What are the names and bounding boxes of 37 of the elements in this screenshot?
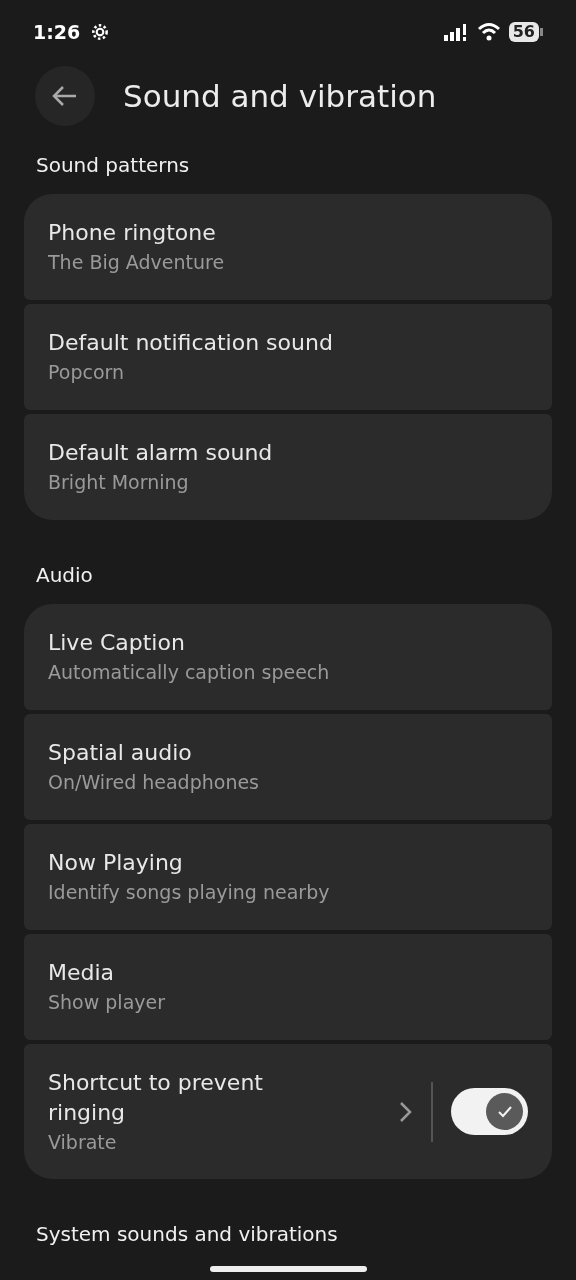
item-subtitle: Popcorn xyxy=(48,360,126,385)
item-title: Default notification sound xyxy=(48,329,334,357)
settings-item[interactable]: Default notification sound Popcorn xyxy=(24,304,552,410)
settings-item[interactable]: Live Caption Automatically caption speech xyxy=(24,604,552,710)
toggle-switch[interactable] xyxy=(451,1088,528,1135)
item-subtitle: Show player xyxy=(48,990,167,1015)
check-icon xyxy=(496,1104,513,1119)
item-title: Live Caption xyxy=(48,629,186,657)
item-subtitle: On/Wired headphones xyxy=(48,770,261,795)
settings-item[interactable]: Spatial audio On/Wired headphones xyxy=(24,714,552,820)
item-title: Spatial audio xyxy=(48,739,193,767)
gear-icon xyxy=(90,22,111,42)
item-title: Shortcut to prevent ringing xyxy=(48,1068,264,1127)
settings-item[interactable]: Phone ringtone The Big Adventure xyxy=(24,194,552,300)
page-title: Sound and vibration xyxy=(123,76,437,116)
status-time: 1:26 xyxy=(33,19,81,45)
section-header: System sounds and vibrations xyxy=(35,1221,339,1248)
section-header: Audio xyxy=(35,562,94,589)
item-title: Media xyxy=(48,959,116,987)
back-arrow-icon xyxy=(52,85,78,107)
item-subtitle: Automatically caption speech xyxy=(48,660,331,685)
settings-item[interactable]: Media Show player xyxy=(24,934,552,1040)
item-subtitle: Identify songs playing nearby xyxy=(48,880,331,905)
wifi-icon xyxy=(476,22,501,42)
chevron-icon xyxy=(399,1100,413,1123)
section-header: Sound patterns xyxy=(35,152,191,179)
signal-icon xyxy=(442,22,469,42)
item-title: Now Playing xyxy=(48,849,184,877)
item-title: Default alarm sound xyxy=(48,439,274,467)
settings-item[interactable]: Default alarm sound Bright Morning xyxy=(24,414,552,520)
item-subtitle: Vibrate xyxy=(48,1129,118,1155)
item-subtitle: Bright Morning xyxy=(48,470,190,495)
item-title: Phone ringtone xyxy=(48,219,217,247)
settings-item[interactable]: Shortcut to prevent ringing Vibrate xyxy=(24,1044,552,1179)
settings-item[interactable]: Now Playing Identify songs playing nearby xyxy=(24,824,552,930)
item-subtitle: The Big Adventure xyxy=(48,250,226,275)
battery-indicator: 56 xyxy=(508,22,539,42)
